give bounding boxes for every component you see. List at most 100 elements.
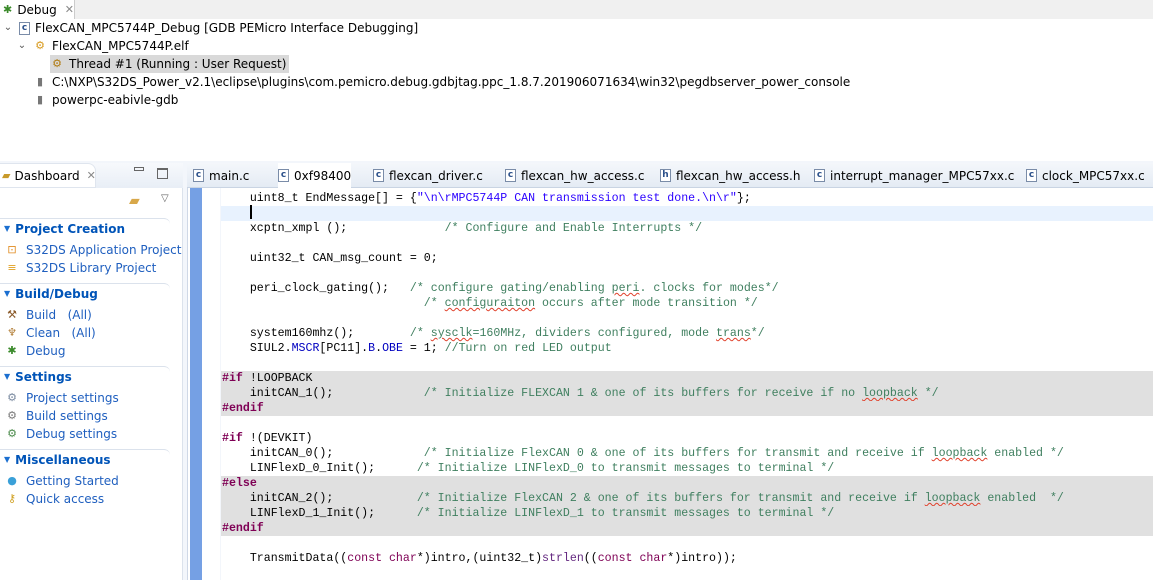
code-line[interactable]: peri_clock_gating(); /* configure gating… — [221, 281, 1153, 296]
code-line[interactable]: #endif — [221, 521, 1153, 536]
editor-tab[interactable]: c flexcan_hw_access.c — [505, 163, 644, 188]
dashboard-item[interactable]: ● Getting Started — [5, 472, 119, 489]
code-line[interactable]: #endif — [221, 401, 1153, 416]
dashboard-item[interactable]: ⚙ Debug settings — [5, 425, 117, 442]
dashboard-item-label[interactable]: Clean (All) — [26, 326, 96, 340]
editor-tab[interactable]: c 0xf98400 — [278, 163, 352, 188]
chevron-down-icon[interactable]: ⌄ — [2, 21, 14, 35]
code-line[interactable]: uint32_t CAN_msg_count = 0; — [221, 251, 1153, 266]
code-line[interactable] — [221, 356, 1153, 371]
dashboard-item[interactable]: ⊡ S32DS Application Project — [5, 241, 181, 258]
dashboard-item-label[interactable]: Debug settings — [26, 427, 117, 441]
code-line[interactable] — [221, 236, 1153, 251]
open-folder-icon[interactable]: ▰ — [129, 193, 140, 209]
editor-tab-label: 0xf98400 — [294, 168, 352, 183]
header-file-icon: h — [660, 169, 671, 182]
dashboard-item-label[interactable]: Quick access — [26, 492, 104, 506]
view-menu-icon[interactable]: ▽ — [161, 193, 169, 204]
code-line[interactable] — [221, 266, 1153, 281]
code-line[interactable]: uint8_t EndMessage[] = {"\n\rMPC5744P CA… — [221, 191, 1153, 206]
misspelled-word: loopback — [862, 387, 918, 400]
tree-item-elf[interactable]: ⌄ ⚙ FlexCAN_MPC5744P.elf — [16, 37, 189, 55]
key-icon: ⚷ — [7, 491, 17, 505]
dashboard-section-build-debug[interactable]: ▼ Build/Debug — [0, 283, 170, 303]
code-line[interactable]: #if !(DEVKIT) — [221, 431, 1153, 446]
c-file-icon: c — [505, 169, 516, 182]
code-line[interactable]: #else — [221, 476, 1153, 491]
code-line[interactable]: TransmitData((const char*)intro,(uint32_… — [221, 551, 1153, 566]
code-line[interactable]: #if !LOOPBACK — [221, 371, 1153, 386]
editor-tab[interactable]: c clock_MPC57xx.c — [1026, 163, 1145, 188]
dashboard-icon: ▰ — [2, 168, 11, 182]
editor-tab[interactable]: c interrupt_manager_MPC57xx.c — [814, 163, 1014, 188]
dashboard-item[interactable]: ≡ S32DS Library Project — [5, 259, 156, 276]
dashboard-item-label[interactable]: Build (All) — [26, 308, 92, 322]
dashboard-section-project-creation[interactable]: ▼ Project Creation — [0, 218, 170, 238]
editor-tab[interactable]: h flexcan_hw_access.h — [660, 163, 800, 188]
dashboard-item-label[interactable]: Getting Started — [26, 474, 119, 488]
code-line[interactable] — [221, 206, 1153, 221]
code-text: xcptn_xmpl (); — [222, 222, 445, 235]
dashboard-item[interactable]: ✱ Debug — [5, 342, 65, 359]
code-text: uint32_t CAN_msg_count = 0; — [222, 252, 438, 265]
tree-item-thread[interactable]: ⚙ Thread #1 (Running : User Request) — [50, 55, 290, 73]
overview-ruler[interactable] — [190, 188, 202, 580]
dashboard-item[interactable]: ♆ Clean (All) — [5, 324, 96, 341]
dashboard-section-miscellaneous[interactable]: ▼ Miscellaneous — [0, 449, 170, 469]
tree-item-gdbserver[interactable]: ▮ C:\NXP\S32DS_Power_v2.1\eclipse\plugin… — [33, 73, 850, 91]
editor-tab[interactable]: c flexcan_driver.c — [373, 163, 483, 188]
code-line[interactable]: LINFlexD_1_Init(); /* Initialize LINFlex… — [221, 506, 1153, 521]
comment-token: /* Configure and Enable Interrupts */ — [444, 222, 703, 235]
comment-token: /* — [423, 297, 445, 310]
editor-tab-label: clock_MPC57xx.c — [1042, 168, 1145, 183]
tree-item-launch[interactable]: ⌄ c FlexCAN_MPC5744P_Debug [GDB PEMicro … — [2, 19, 418, 37]
collapse-triangle-icon[interactable]: ▼ — [4, 289, 10, 298]
tree-item-gdb[interactable]: ▮ powerpc-eabivle-gdb — [33, 91, 178, 109]
dashboard-item-label[interactable]: S32DS Library Project — [26, 261, 156, 275]
code-line[interactable] — [221, 311, 1153, 326]
dashboard-item-label[interactable]: S32DS Application Project — [26, 243, 181, 257]
dashboard-item[interactable]: ⚙ Project settings — [5, 389, 119, 406]
c-file-icon: c — [814, 169, 825, 182]
hammer-icon: ⚒ — [7, 307, 17, 321]
minimize-icon[interactable] — [134, 167, 144, 171]
code-text: system160mhz(); — [222, 327, 410, 340]
dashboard-item-label[interactable]: Project settings — [26, 391, 119, 405]
text-caret — [250, 205, 252, 219]
collapse-triangle-icon[interactable]: ▼ — [4, 224, 10, 233]
close-icon[interactable]: ✕ — [65, 3, 74, 16]
code-text: = 1; — [402, 342, 445, 355]
code-line[interactable]: initCAN_2(); /* Initialize FlexCAN 2 & o… — [221, 491, 1153, 506]
dashboard-item[interactable]: ⚙ Build settings — [5, 407, 108, 424]
code-editor[interactable]: uint8_t EndMessage[] = {"\n\rMPC5744P CA… — [221, 188, 1153, 580]
dashboard-item-label[interactable]: Debug — [26, 344, 65, 358]
code-line[interactable] — [221, 536, 1153, 551]
code-line[interactable]: initCAN_1(); /* Initialize FLEXCAN 1 & o… — [221, 386, 1153, 401]
code-line[interactable]: xcptn_xmpl (); /* Configure and Enable I… — [221, 221, 1153, 236]
code-line[interactable]: /* configuraiton occurs after mode trans… — [221, 296, 1153, 311]
comment-token: /* Initialize FlexCAN 0 & one of its buf… — [423, 447, 932, 460]
close-icon[interactable]: ✕ — [87, 169, 96, 182]
tab-dashboard[interactable]: ▰ Dashboard ✕ — [0, 163, 96, 188]
broom-icon: ♆ — [7, 325, 17, 339]
code-line[interactable]: SIUL2.MSCR[PC11].B.OBE = 1; //Turn on re… — [221, 341, 1153, 356]
field-token: MSCR — [291, 342, 320, 355]
collapse-triangle-icon[interactable]: ▼ — [4, 372, 10, 381]
tree-item-label: FlexCAN_MPC5744P_Debug [GDB PEMicro Inte… — [35, 21, 419, 35]
tab-debug[interactable]: ✱ Debug ✕ — [0, 0, 75, 19]
misspelled-word: loopback — [924, 492, 981, 505]
editor-tab[interactable]: c main.c — [193, 163, 249, 188]
code-line[interactable] — [221, 416, 1153, 431]
code-line[interactable]: initCAN_0(); /* Initialize FlexCAN 0 & o… — [221, 446, 1153, 461]
maximize-icon[interactable] — [157, 168, 168, 179]
dashboard-section-settings[interactable]: ▼ Settings — [0, 366, 170, 386]
dashboard-item-label[interactable]: Build settings — [26, 409, 108, 423]
collapse-triangle-icon[interactable]: ▼ — [4, 455, 10, 464]
code-line[interactable]: system160mhz(); /* sysclk=160MHz, divide… — [221, 326, 1153, 341]
dashboard-item[interactable]: ⚒ Build (All) — [5, 306, 92, 323]
chevron-down-icon[interactable]: ⌄ — [16, 39, 28, 53]
new-library-project-icon: ≡ — [7, 260, 17, 274]
code-line[interactable]: LINFlexD_0_Init(); /* Initialize LINFlex… — [221, 461, 1153, 476]
server-process-icon: ▮ — [36, 75, 44, 88]
dashboard-item[interactable]: ⚷ Quick access — [5, 490, 104, 507]
